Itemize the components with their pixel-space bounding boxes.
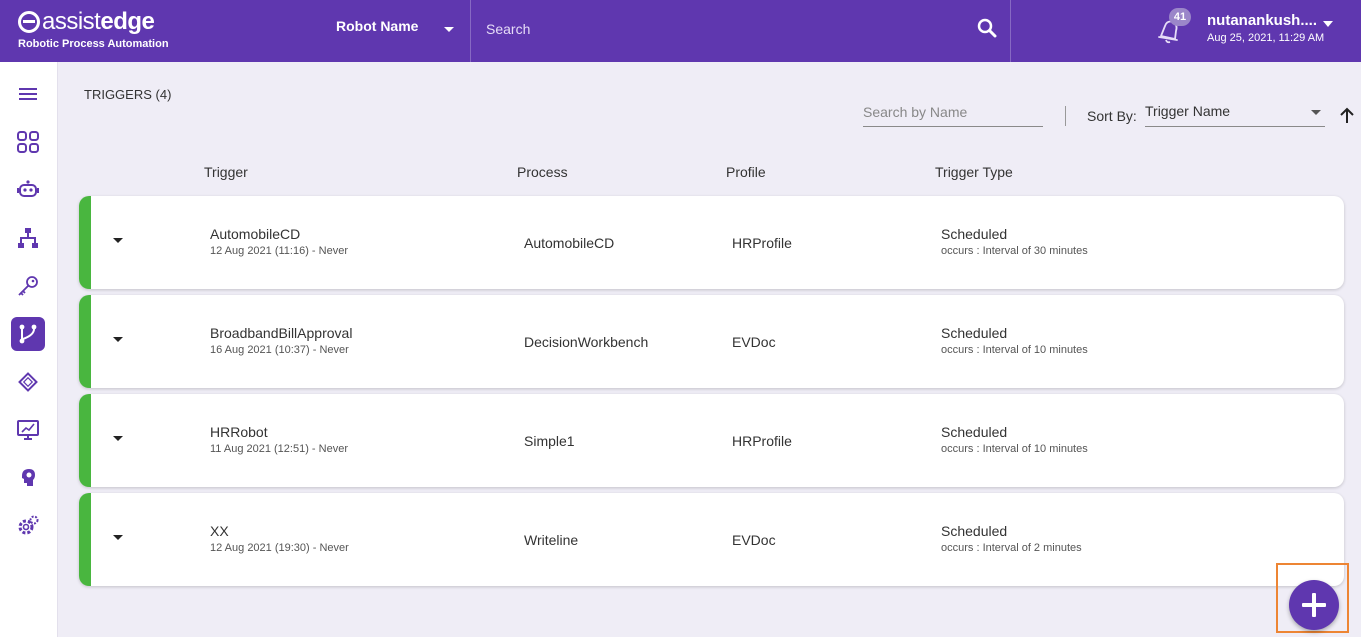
chip-icon	[18, 372, 38, 392]
user-name[interactable]: nutanankush....	[1207, 12, 1317, 29]
expand-chevron-icon[interactable]	[113, 238, 123, 243]
sidebar-item-components[interactable]	[11, 365, 45, 399]
trigger-process: DecisionWorkbench	[524, 334, 649, 350]
trigger-occurs: occurs : Interval of 30 minutes	[941, 245, 1088, 257]
divider	[470, 0, 471, 62]
sort-by-label: Sort By:	[1087, 108, 1137, 124]
column-header-process[interactable]: Process	[517, 164, 568, 180]
settings-gear-icon	[18, 515, 39, 535]
sort-ascending-arrow-icon[interactable]	[1338, 106, 1356, 124]
key-icon	[18, 276, 38, 296]
status-accent-bar	[79, 394, 91, 487]
sidebar-item-hierarchy[interactable]	[11, 221, 45, 255]
trigger-dates: 12 Aug 2021 (19:30) - Never	[210, 542, 349, 554]
divider	[1065, 106, 1066, 126]
hierarchy-icon	[18, 228, 38, 248]
status-accent-bar	[79, 196, 91, 289]
trigger-type: Scheduled	[941, 424, 1008, 440]
brand-logo[interactable]: assist edge Robotic Process Automation	[18, 8, 169, 50]
sidebar-item-triggers[interactable]	[11, 317, 45, 351]
trigger-type: Scheduled	[941, 325, 1008, 341]
sidebar-item-intelligence[interactable]	[11, 461, 45, 495]
add-trigger-button[interactable]	[1289, 580, 1339, 630]
robot-icon	[17, 180, 39, 197]
status-accent-bar	[79, 493, 91, 586]
trigger-branch-icon	[19, 324, 37, 344]
brand-word-assist: assist	[42, 8, 101, 35]
column-header-trigger-type[interactable]: Trigger Type	[935, 164, 1013, 180]
column-header-trigger[interactable]: Trigger	[204, 164, 248, 180]
trigger-occurs: occurs : Interval of 10 minutes	[941, 443, 1088, 455]
trigger-occurs: occurs : Interval of 10 minutes	[941, 344, 1088, 356]
user-datetime: Aug 25, 2021, 11:29 AM	[1207, 32, 1325, 44]
sort-chevron-down-icon[interactable]	[1311, 110, 1321, 115]
trigger-name: BroadbandBillApproval	[210, 325, 353, 341]
expand-chevron-icon[interactable]	[113, 535, 123, 540]
table-row[interactable]: HRRobot 11 Aug 2021 (12:51) - Never Simp…	[79, 394, 1344, 487]
dashboard-grid-icon	[17, 131, 39, 153]
trigger-name: XX	[210, 523, 229, 539]
table-row[interactable]: BroadbandBillApproval 16 Aug 2021 (10:37…	[79, 295, 1344, 388]
monitor-chart-icon	[17, 420, 39, 440]
expand-chevron-icon[interactable]	[113, 436, 123, 441]
menu-icon	[19, 88, 37, 100]
brain-head-icon	[22, 469, 35, 486]
trigger-type: Scheduled	[941, 226, 1008, 242]
search-icon[interactable]	[977, 18, 997, 38]
sidebar-item-credentials[interactable]	[11, 269, 45, 303]
trigger-profile: HRProfile	[732, 235, 792, 251]
trigger-occurs: occurs : Interval of 2 minutes	[941, 542, 1082, 554]
trigger-profile: EVDoc	[732, 334, 776, 350]
trigger-dates: 16 Aug 2021 (10:37) - Never	[210, 344, 349, 356]
sidebar-item-settings[interactable]	[11, 509, 45, 543]
sidebar-menu-toggle[interactable]	[11, 77, 45, 111]
trigger-profile: HRProfile	[732, 433, 792, 449]
logo-e-icon	[18, 11, 40, 33]
trigger-process: Simple1	[524, 433, 575, 449]
trigger-process: Writeline	[524, 532, 579, 548]
sidebar-item-robots[interactable]	[11, 173, 45, 207]
column-header-profile[interactable]: Profile	[726, 164, 766, 180]
sort-by-select[interactable]: Trigger Name	[1145, 103, 1325, 127]
notification-count-badge: 41	[1169, 8, 1191, 26]
brand-subtitle: Robotic Process Automation	[18, 38, 169, 50]
trigger-dates: 12 Aug 2021 (11:16) - Never	[210, 245, 348, 257]
expand-chevron-icon[interactable]	[113, 337, 123, 342]
robot-name-select[interactable]: Robot Name	[336, 18, 418, 34]
table-row[interactable]: AutomobileCD 12 Aug 2021 (11:16) - Never…	[79, 196, 1344, 289]
search-by-name-input[interactable]: Search by Name	[863, 104, 1043, 127]
trigger-dates: 11 Aug 2021 (12:51) - Never	[210, 443, 348, 455]
trigger-name: AutomobileCD	[210, 226, 301, 242]
status-accent-bar	[79, 295, 91, 388]
sidebar-item-monitoring[interactable]	[11, 413, 45, 447]
user-menu-chevron-icon[interactable]	[1323, 21, 1333, 27]
brand-word-edge: edge	[100, 8, 155, 35]
trigger-type: Scheduled	[941, 523, 1008, 539]
trigger-process: AutomobileCD	[524, 235, 615, 251]
trigger-profile: EVDoc	[732, 532, 776, 548]
chevron-down-icon[interactable]	[444, 27, 454, 32]
top-bar: assist edge Robotic Process Automation Ro…	[0, 0, 1361, 62]
page-title: TRIGGERS (4)	[84, 87, 172, 102]
divider	[1010, 0, 1011, 62]
global-search-input[interactable]: Search	[486, 21, 530, 37]
table-row[interactable]: XX 12 Aug 2021 (19:30) - Never Writeline…	[79, 493, 1344, 586]
sidebar-item-dashboard[interactable]	[11, 125, 45, 159]
sidebar	[0, 62, 58, 637]
trigger-name: HRRobot	[210, 424, 268, 440]
